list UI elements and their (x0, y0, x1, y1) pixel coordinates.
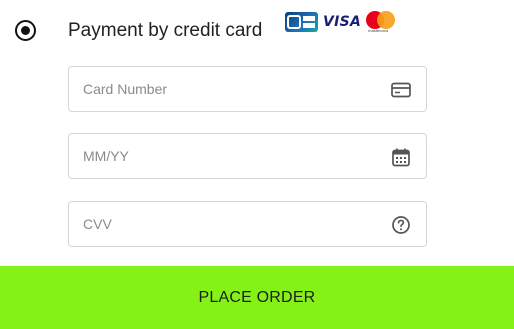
credit-card-icon (390, 79, 412, 101)
card-number-field[interactable] (68, 66, 427, 112)
radio-selected-dot (20, 25, 30, 35)
expiry-input[interactable] (69, 134, 359, 178)
cb-logo (285, 12, 318, 32)
cvv-input[interactable] (69, 202, 359, 246)
question-circle-icon[interactable] (390, 214, 412, 236)
visa-logo: VISA (323, 14, 362, 30)
expiry-field[interactable] (68, 133, 427, 179)
mastercard-logo: mastercard (366, 11, 396, 33)
cvv-field[interactable] (68, 201, 427, 247)
calendar-icon (390, 146, 412, 168)
payment-radio-button[interactable] (15, 20, 36, 41)
card-logos: VISA mastercard (285, 11, 396, 33)
card-number-input[interactable] (69, 67, 359, 111)
payment-option-label[interactable]: Payment by credit card (68, 19, 262, 43)
place-order-button[interactable]: PLACE ORDER (0, 266, 514, 329)
